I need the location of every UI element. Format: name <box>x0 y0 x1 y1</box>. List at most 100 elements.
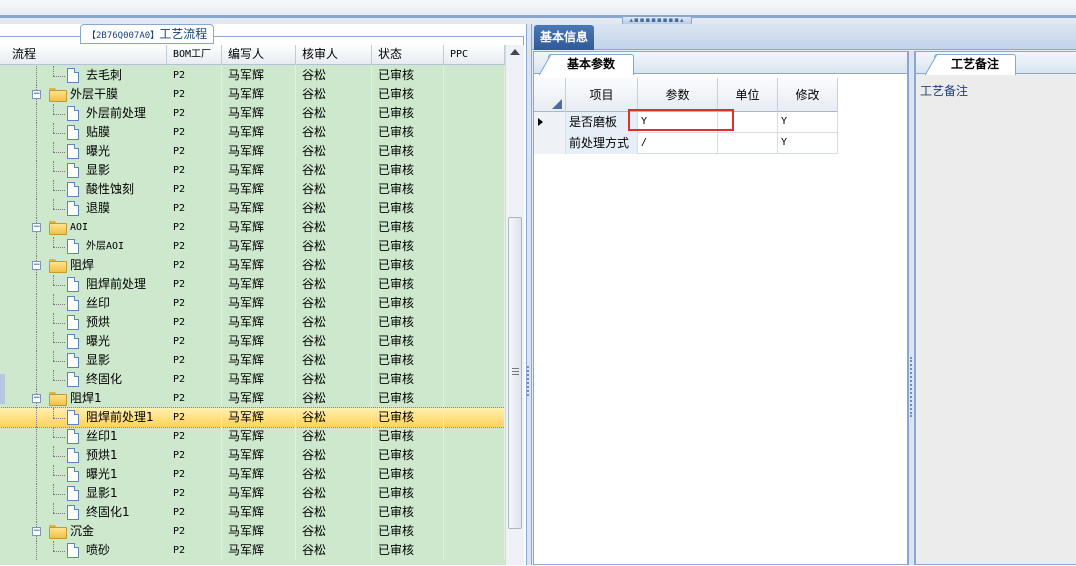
collapse-toggle-icon[interactable]: − <box>32 90 41 99</box>
tree-folder-row[interactable]: − 外层干膜 P2 马军辉 谷松 已审核 <box>0 85 505 104</box>
reviewer-cell: 谷松 <box>296 275 372 294</box>
param-value-cell[interactable]: / <box>638 133 718 154</box>
tree-step-row[interactable]: 显影 P2 马军辉 谷松 已审核 <box>0 351 505 370</box>
tree-step-row[interactable]: 外层前处理 P2 马军辉 谷松 已审核 <box>0 104 505 123</box>
scroll-up-arrow-icon[interactable] <box>510 49 520 55</box>
tree-step-row[interactable]: 阻焊前处理1 P2 马军辉 谷松 已审核 <box>0 407 505 428</box>
tree-step-row[interactable]: 贴膜 P2 马军辉 谷松 已审核 <box>0 123 505 142</box>
tree-step-row[interactable]: 酸性蚀刻 P2 马军辉 谷松 已审核 <box>0 180 505 199</box>
process-notes-panel: 工艺备注 工艺备注 <box>915 51 1076 565</box>
process-notes-label: 工艺备注 <box>920 84 969 98</box>
params-grid-header: 项目 参数 单位 修改 <box>534 78 838 112</box>
tab-basic-params[interactable]: 基本参数 <box>539 54 634 75</box>
status-cell: 已审核 <box>372 66 444 85</box>
tree-step-row[interactable]: 喷砂 P2 马军辉 谷松 已审核 <box>0 541 505 560</box>
tree-step-row[interactable]: 显影 P2 马军辉 谷松 已审核 <box>0 161 505 180</box>
row-indicator[interactable] <box>534 133 566 154</box>
reviewer-cell: 谷松 <box>296 313 372 332</box>
col-header-status[interactable]: 状态 <box>372 45 444 65</box>
tree-step-row[interactable]: 终固化 P2 马军辉 谷松 已审核 <box>0 370 505 389</box>
process-step-name: 外层AOI <box>86 241 125 252</box>
col-header-reviewer[interactable]: 核审人 <box>296 45 372 65</box>
tree-step-row[interactable]: 预烘 P2 马军辉 谷松 已审核 <box>0 313 505 332</box>
tab-process-notes[interactable]: 工艺备注 <box>925 54 1016 75</box>
select-all-corner[interactable] <box>534 78 566 112</box>
tree-folder-row[interactable]: − 阻焊 P2 马军辉 谷松 已审核 <box>0 256 505 275</box>
tree-connector-line <box>53 551 65 552</box>
process-tree-grid: 流程 BOM工厂 编写人 核审人 状态 PPC 去毛刺 P2 马军辉 谷松 已审核 − 外层… <box>0 45 505 565</box>
document-icon <box>67 505 79 520</box>
tree-folder-row[interactable]: − 沉金 P2 马军辉 谷松 已审核 <box>0 522 505 541</box>
tree-step-row[interactable]: 曝光 P2 马军辉 谷松 已审核 <box>0 332 505 351</box>
ppc-cell <box>444 237 505 256</box>
bom-factory-cell: P2 <box>167 142 222 161</box>
collapse-toggle-icon[interactable]: − <box>32 527 41 536</box>
tree-step-row[interactable]: 丝印 P2 马军辉 谷松 已审核 <box>0 294 505 313</box>
col-header-item[interactable]: 项目 <box>566 78 638 112</box>
status-cell: 已审核 <box>372 161 444 180</box>
left-edge-splitter[interactable] <box>0 374 5 404</box>
notes-tabstrip: 工艺备注 <box>916 52 1076 75</box>
scrollbar-thumb[interactable] <box>508 217 522 529</box>
param-modify-cell[interactable]: Y <box>778 112 838 133</box>
param-modify-cell[interactable]: Y <box>778 133 838 154</box>
collapse-toggle-icon[interactable]: − <box>32 261 41 270</box>
tree-step-row[interactable]: 预烘1 P2 马军辉 谷松 已审核 <box>0 446 505 465</box>
tree-connector-line <box>36 332 37 351</box>
tree-step-row[interactable]: 显影1 P2 马军辉 谷松 已审核 <box>0 484 505 503</box>
tree-connector-line <box>36 237 37 256</box>
tree-step-row[interactable]: 丝印1 P2 马军辉 谷松 已审核 <box>0 427 505 446</box>
bom-factory-cell: P2 <box>167 237 222 256</box>
ppc-cell <box>444 123 505 142</box>
status-cell: 已审核 <box>372 294 444 313</box>
tree-connector-line <box>36 66 37 85</box>
bom-factory-cell: P2 <box>167 294 222 313</box>
right-splitter[interactable] <box>908 51 915 565</box>
col-header-flow[interactable]: 流程 <box>0 45 167 65</box>
tab-basic-info[interactable]: 基本信息 <box>534 25 595 50</box>
col-header-writer[interactable]: 编写人 <box>222 45 296 65</box>
col-header-ppc[interactable]: PPC <box>444 45 505 65</box>
tree-connector-line <box>53 361 65 362</box>
collapse-toggle-icon[interactable]: − <box>32 394 41 403</box>
tree-folder-row[interactable]: − 阻焊1 P2 马军辉 谷松 已审核 <box>0 389 505 408</box>
tree-connector-line <box>53 171 65 172</box>
tree-connector-line <box>53 513 65 514</box>
bom-factory-cell: P2 <box>167 541 222 560</box>
status-cell: 已审核 <box>372 427 444 446</box>
row-indicator[interactable] <box>534 112 566 133</box>
bom-factory-cell: P2 <box>167 275 222 294</box>
param-unit-cell[interactable] <box>718 133 778 154</box>
tree-step-row[interactable]: 阻焊前处理 P2 马军辉 谷松 已审核 <box>0 275 505 294</box>
folder-icon <box>49 88 67 102</box>
col-header-unit[interactable]: 单位 <box>718 78 778 112</box>
tree-step-row[interactable]: 外层AOI P2 马军辉 谷松 已审核 <box>0 237 505 256</box>
reviewer-cell: 谷松 <box>296 427 372 446</box>
tab-process-flow[interactable]: 【2B76Q007A0】工艺流程 <box>80 24 215 44</box>
tree-step-row[interactable]: 退膜 P2 马军辉 谷松 已审核 <box>0 199 505 218</box>
params-row[interactable]: 前处理方式 / Y <box>534 133 838 154</box>
collapse-toggle-icon[interactable]: − <box>32 223 41 232</box>
col-header-param[interactable]: 参数 <box>638 78 718 112</box>
writer-cell: 马军辉 <box>222 541 296 560</box>
reviewer-cell: 谷松 <box>296 332 372 351</box>
document-icon <box>67 486 79 501</box>
col-header-modify[interactable]: 修改 <box>778 78 838 112</box>
tree-connector-line <box>53 427 54 437</box>
param-item-cell[interactable]: 前处理方式 <box>566 133 638 154</box>
process-flow-panel: 【2B76Q007A0】工艺流程 流程 BOM工厂 编写人 核审人 状态 PPC… <box>0 24 526 565</box>
status-cell: 已审核 <box>372 503 444 522</box>
process-step-name: 贴膜 <box>86 125 111 139</box>
tree-connector-line <box>53 418 65 419</box>
col-header-bom[interactable]: BOM工厂 <box>167 45 222 65</box>
tree-connector-line <box>53 247 65 248</box>
tree-vertical-scrollbar[interactable] <box>505 45 524 565</box>
tree-step-row[interactable]: 曝光1 P2 马军辉 谷松 已审核 <box>0 465 505 484</box>
tree-connector-line <box>53 465 54 475</box>
tree-step-row[interactable]: 终固化1 P2 马军辉 谷松 已审核 <box>0 503 505 522</box>
tree-folder-row[interactable]: − AOI P2 马军辉 谷松 已审核 <box>0 218 505 237</box>
tree-step-row[interactable]: 曝光 P2 马军辉 谷松 已审核 <box>0 142 505 161</box>
tree-step-row[interactable]: 去毛刺 P2 马军辉 谷松 已审核 <box>0 66 505 85</box>
tree-connector-line <box>36 484 37 503</box>
bom-factory-cell: P2 <box>167 427 222 446</box>
